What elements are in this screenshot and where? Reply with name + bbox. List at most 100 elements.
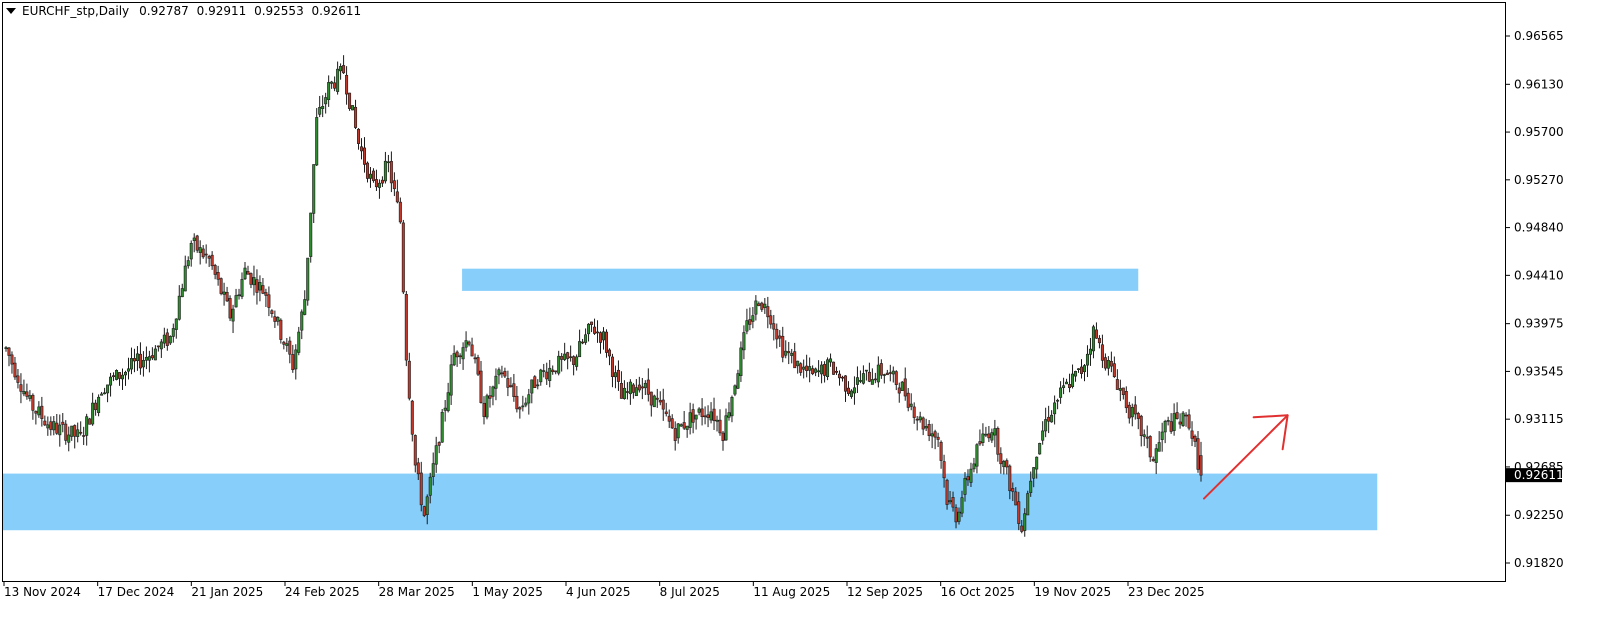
candle <box>607 348 611 366</box>
candle-body <box>407 360 411 399</box>
candle-body <box>733 385 737 395</box>
candle-body <box>22 390 26 395</box>
candle <box>500 365 504 378</box>
candle-body <box>449 364 453 396</box>
candle-body <box>1047 416 1051 422</box>
candle-body <box>826 359 830 377</box>
zones-layer <box>2 268 1378 531</box>
candle-body <box>736 373 740 389</box>
candle <box>374 169 378 191</box>
candle <box>64 420 68 445</box>
candle-body <box>1166 420 1170 422</box>
candle-body <box>790 352 794 356</box>
candle <box>1026 490 1030 516</box>
candle <box>100 391 104 396</box>
candle-body <box>58 424 62 436</box>
candle-body <box>461 347 465 360</box>
candle-body <box>981 433 985 443</box>
candle-body <box>225 291 229 302</box>
candle-body <box>566 352 570 359</box>
candle-body <box>622 387 626 400</box>
candle <box>455 350 459 367</box>
candle-body <box>1169 421 1173 432</box>
candle <box>694 414 698 430</box>
candle <box>724 408 728 441</box>
candle-body <box>1163 421 1167 433</box>
candle-body <box>688 412 692 428</box>
candle-body <box>718 419 722 434</box>
candle-body <box>882 374 886 376</box>
candle-body <box>1154 448 1158 463</box>
candle-body <box>109 376 113 386</box>
candle-body <box>560 356 564 360</box>
candle <box>545 362 549 385</box>
x-tick-label: 1 May 2025 <box>472 585 543 599</box>
y-tick-label: 0.93545 <box>1514 364 1564 378</box>
candle <box>28 390 32 402</box>
candle <box>485 393 489 420</box>
candle <box>515 385 519 413</box>
candle <box>1082 364 1086 382</box>
candle <box>906 388 910 412</box>
candle <box>1059 381 1063 404</box>
candle <box>858 370 862 384</box>
candle-body <box>428 476 432 496</box>
candle <box>138 342 142 375</box>
candle-body <box>383 160 387 182</box>
candle <box>900 380 904 391</box>
candle-body <box>1118 388 1122 391</box>
candle <box>685 425 689 438</box>
candle <box>909 393 913 411</box>
candle <box>676 422 680 444</box>
candle <box>267 286 271 317</box>
candle-body <box>479 370 483 404</box>
candle <box>1181 411 1185 427</box>
candle <box>276 316 280 326</box>
candle-body <box>144 356 148 361</box>
candle <box>398 197 402 224</box>
candle <box>751 307 755 329</box>
candle <box>748 307 752 331</box>
candle <box>596 320 600 343</box>
candle <box>291 344 295 373</box>
candle <box>1142 429 1146 447</box>
collapse-triangle-icon[interactable] <box>6 8 16 14</box>
candle-body <box>682 422 686 429</box>
candle-body <box>530 379 534 394</box>
candle <box>560 353 564 372</box>
y-tick-label: 0.94410 <box>1514 268 1564 282</box>
candle <box>467 340 471 347</box>
candle <box>548 359 552 388</box>
candle <box>990 428 994 443</box>
candle <box>664 402 668 417</box>
candle-body <box>73 425 77 437</box>
candle-body <box>249 273 253 285</box>
x-tick-label: 21 Jan 2025 <box>191 585 263 599</box>
candle-body <box>1085 353 1089 366</box>
candle-body <box>1053 402 1057 415</box>
candle <box>670 414 674 429</box>
candle <box>551 365 555 375</box>
candle <box>413 434 417 473</box>
candle-body <box>207 256 211 259</box>
candle <box>189 240 193 267</box>
candle-body <box>563 353 567 360</box>
candle <box>1172 403 1176 436</box>
candle-body <box>13 362 17 378</box>
candle-body <box>742 332 746 351</box>
candle <box>1044 407 1048 438</box>
candle <box>769 309 773 329</box>
candle <box>106 384 110 403</box>
candle-body <box>873 378 877 381</box>
symbol-label: EURCHF_stp,Daily <box>22 4 130 18</box>
x-tick-label: 23 Dec 2025 <box>1128 585 1205 599</box>
candle-body <box>799 363 803 373</box>
candle <box>554 370 558 375</box>
candle-body <box>76 429 80 437</box>
candle-body <box>652 395 656 408</box>
candle-body <box>327 82 331 100</box>
x-tick-label: 8 Jul 2025 <box>660 585 720 599</box>
candle-body <box>670 418 674 429</box>
candle <box>805 354 809 378</box>
candle <box>234 288 238 308</box>
